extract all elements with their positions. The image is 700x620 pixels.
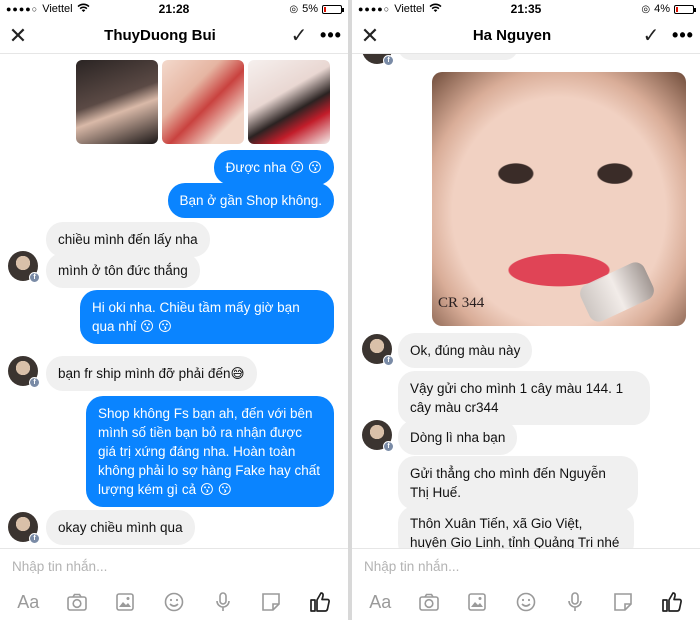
like-icon[interactable] [305,587,335,617]
outgoing-message: Shop không Fs bạn ah, đến với bên mình s… [86,396,334,507]
carrier-label: Viettel [42,3,73,15]
messenger-badge-icon: f [383,355,394,366]
messenger-badge-icon: f [29,272,40,283]
message-input[interactable]: Nhập tin nhắn... [0,548,348,584]
message-thread[interactable]: Được nha 😗 😗 Bạn ở gần Shop không. chiều… [0,54,348,548]
right-chat-screen: ●●●●○ Viettel 21:35 ◎ 4% ✕ Ha Nguyen ✓ •… [352,0,700,620]
message-input[interactable]: Nhập tin nhắn... [352,548,700,584]
rotation-lock-icon: ◎ [641,3,651,15]
close-icon[interactable]: ✕ [0,23,36,49]
shared-photo[interactable] [76,60,158,144]
message-thread[interactable]: f CR 344 f Ok, đúng màu này Vậy gửi cho … [352,54,700,548]
wifi-icon [77,3,90,16]
battery-percent: 4% [654,3,670,15]
battery-icon [322,4,344,14]
avatar[interactable]: f [362,334,394,366]
status-bar: ●●●●○ Viettel 21:35 ◎ 4% [352,0,700,18]
camera-icon[interactable] [62,587,92,617]
composer-toolbar: Aa [0,584,348,620]
avatar[interactable]: f [8,512,40,544]
outgoing-message: Được nha 😗 😗 [213,150,334,185]
status-bar: ●●●●○ Viettel 21:28 ◎ 5% [0,0,348,18]
sticker-icon[interactable] [608,587,638,617]
more-icon[interactable]: ••• [314,25,348,46]
incoming-message: okay chiều mình qua [46,510,195,545]
messenger-badge-icon: f [29,377,40,388]
outgoing-message: Hi oki nha. Chiều tầm mấy giờ bạn qua nh… [80,290,334,344]
gallery-icon[interactable] [462,587,492,617]
check-icon[interactable]: ✓ [284,23,314,48]
close-icon[interactable]: ✕ [352,23,388,49]
signal-icon: ●●●●○ [6,4,39,14]
signal-icon: ●●●●○ [358,4,391,14]
incoming-message: Gửi thẳng cho mình đến Nguyễn Thị Huế. [398,456,638,510]
microphone-icon[interactable] [560,587,590,617]
incoming-message: Vậy gửi cho mình 1 cây màu 144. 1 cây mà… [398,371,650,425]
battery-icon [674,4,696,14]
avatar[interactable]: f [8,251,40,283]
check-icon[interactable]: ✓ [636,23,666,48]
incoming-message: Ok, đúng màu này [398,333,533,368]
left-chat-screen: ●●●●○ Viettel 21:28 ◎ 5% ✕ ThuyDuong Bui… [0,0,348,620]
incoming-message: mình ở tôn đức thắng [46,253,200,288]
rotation-lock-icon: ◎ [289,3,299,15]
avatar[interactable]: f [362,54,394,66]
avatar[interactable]: f [362,420,394,452]
more-icon[interactable]: ••• [666,25,700,46]
emoji-icon[interactable] [511,587,541,617]
chat-header: ✕ Ha Nguyen ✓ ••• [352,18,700,54]
avatar[interactable]: f [8,356,40,388]
messenger-badge-icon: f [383,55,394,66]
battery-percent: 5% [302,3,318,15]
composer-toolbar: Aa [352,584,700,620]
chat-header: ✕ ThuyDuong Bui ✓ ••• [0,18,348,54]
outgoing-message: Bạn ở gần Shop không. [167,183,334,218]
like-icon[interactable] [657,587,687,617]
incoming-message: Dòng lì nha bạn [398,420,518,455]
contact-name: Ha Nguyen [472,27,552,44]
incoming-message: chiều mình đến lấy nha [46,222,210,257]
wifi-icon [429,3,442,16]
incoming-message: Thôn Xuân Tiến, xã Gio Việt, huyện Gio L… [398,506,634,548]
camera-icon[interactable] [414,587,444,617]
screenshot-root: ●●●●○ Viettel 21:28 ◎ 5% ✕ ThuyDuong Bui… [0,0,700,620]
gallery-icon[interactable] [110,587,140,617]
microphone-icon[interactable] [208,587,238,617]
text-format-button[interactable]: Aa [365,587,395,617]
carrier-label: Viettel [394,3,425,15]
text-format-button[interactable]: Aa [13,587,43,617]
incoming-message: bạn fr ship mình đỡ phải đến😅 [46,356,257,391]
contact-name: ThuyDuong Bui [104,27,216,44]
messenger-badge-icon: f [29,533,40,544]
messenger-badge-icon: f [383,441,394,452]
sticker-icon[interactable] [256,587,286,617]
emoji-icon[interactable] [159,587,189,617]
shared-photo[interactable] [248,60,330,144]
shared-photo[interactable]: CR 344 [432,72,686,326]
shared-photo[interactable] [162,60,244,144]
shared-photos [76,60,330,144]
incoming-message-partial [398,54,518,60]
photo-caption: CR 344 [438,295,485,311]
lipstick-tube [576,259,658,325]
